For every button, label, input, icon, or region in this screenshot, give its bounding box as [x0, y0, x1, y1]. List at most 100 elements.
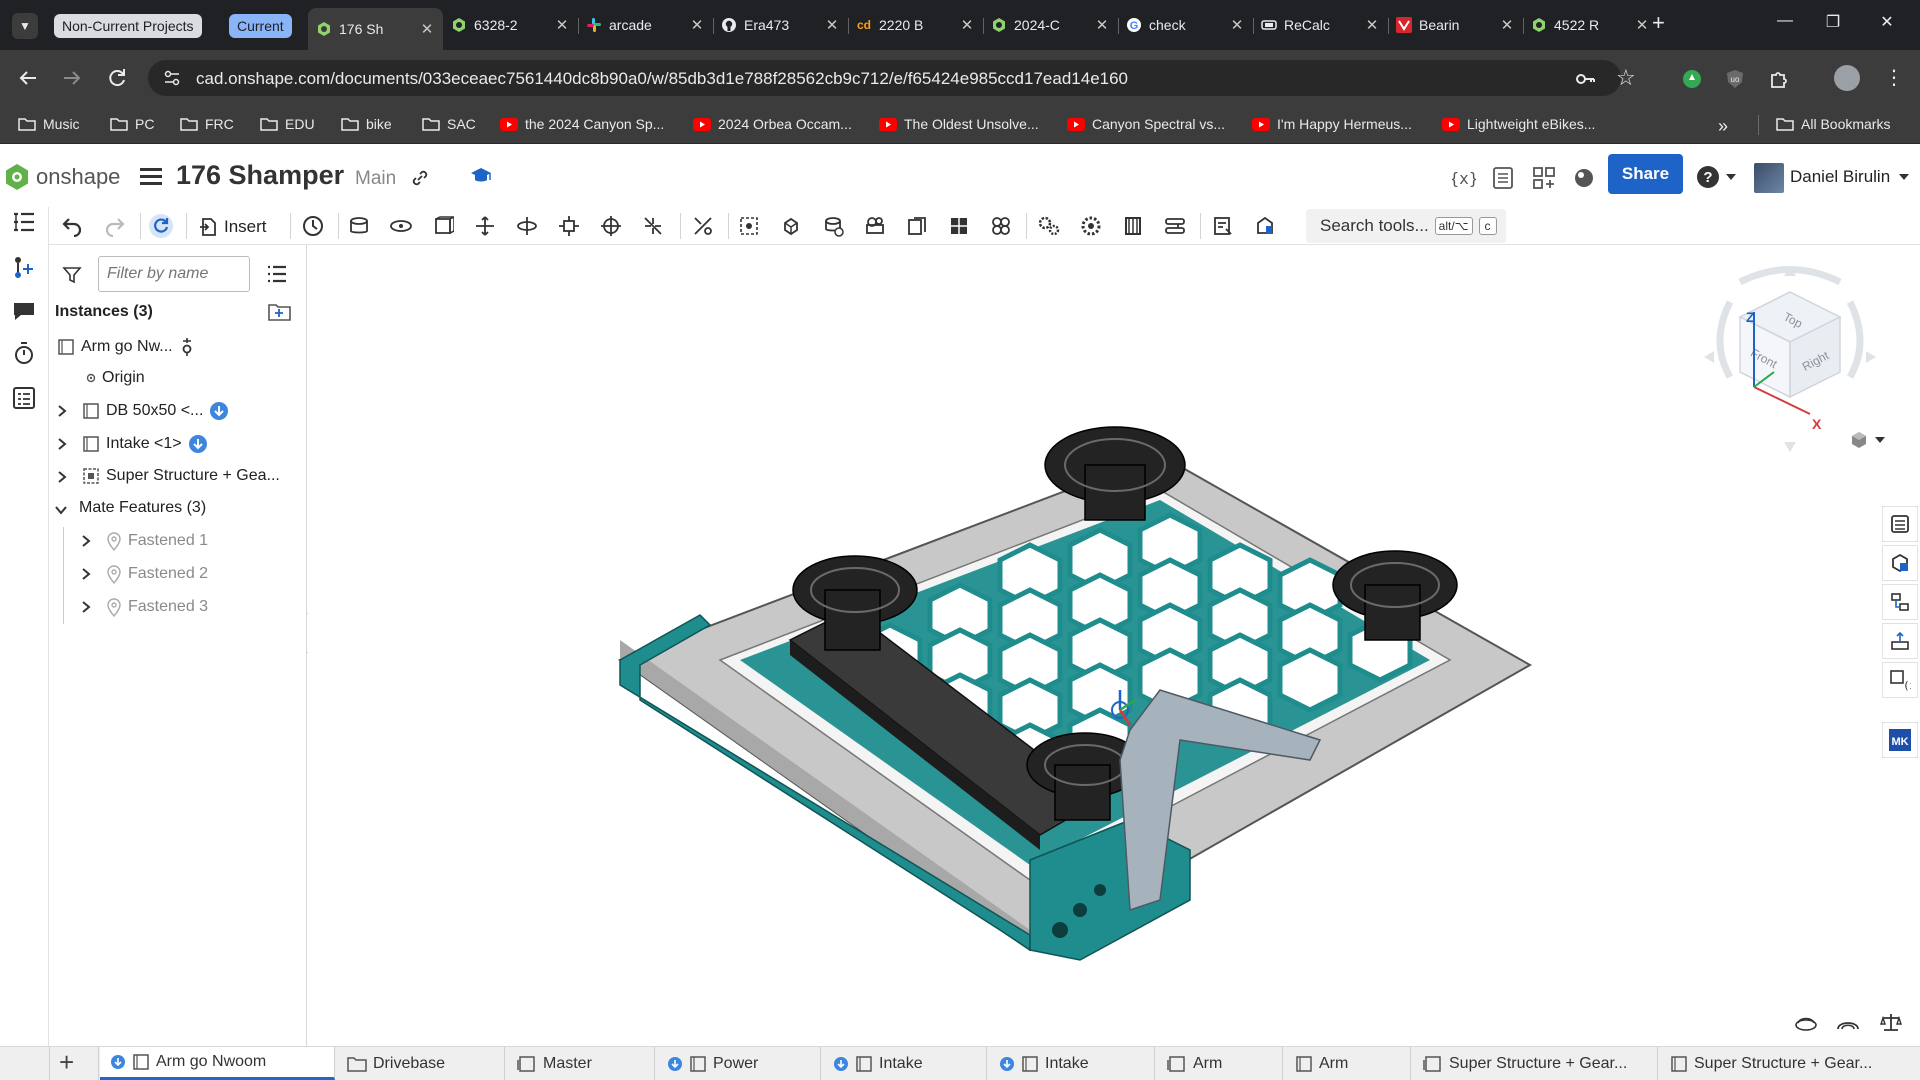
- section-view-icon[interactable]: [1250, 211, 1280, 241]
- gear-tools-icon[interactable]: [1034, 211, 1064, 241]
- close-tab-icon[interactable]: ✕: [419, 20, 435, 38]
- new-tab-button[interactable]: +: [1652, 10, 1665, 36]
- bom-icon[interactable]: [1492, 166, 1514, 190]
- group-icon[interactable]: [776, 211, 806, 241]
- tab-4522[interactable]: 4522 R ✕: [1523, 10, 1658, 40]
- link-icon[interactable]: [410, 168, 430, 188]
- tree-item-origin[interactable]: Origin: [86, 369, 145, 387]
- linear-relation-icon[interactable]: [944, 211, 974, 241]
- reload-icon[interactable]: [105, 66, 129, 90]
- planar-mate-icon[interactable]: [470, 211, 500, 241]
- chevron-down-icon[interactable]: [1899, 174, 1909, 180]
- robot-assembly-model[interactable]: [600, 395, 1540, 975]
- slider-mate-icon[interactable]: [428, 211, 458, 241]
- appearance-list-icon[interactable]: [11, 385, 37, 411]
- element-tab-arm-1[interactable]: Arm: [1157, 1047, 1283, 1080]
- bookmark-yt-5[interactable]: I'm Happy Hermeus...: [1252, 116, 1412, 132]
- parallel-mate-icon[interactable]: [638, 211, 668, 241]
- tab-bearing[interactable]: Bearin ✕: [1388, 10, 1523, 40]
- close-tab-icon[interactable]: ✕: [824, 16, 840, 34]
- cylindrical-mate-icon[interactable]: [512, 211, 542, 241]
- close-tab-icon[interactable]: ✕: [1634, 16, 1650, 34]
- close-tab-icon[interactable]: ✕: [554, 16, 570, 34]
- bookmark-yt-4[interactable]: Canyon Spectral vs...: [1067, 116, 1225, 132]
- view-options-dropdown[interactable]: [1849, 430, 1885, 450]
- password-key-icon[interactable]: [1574, 68, 1596, 90]
- screw-relation-icon[interactable]: [902, 211, 932, 241]
- tab-search-button[interactable]: ▼: [12, 13, 38, 39]
- element-tab-intake-2[interactable]: Intake: [989, 1047, 1155, 1080]
- new-folder-icon[interactable]: [268, 302, 292, 322]
- element-tab-arm-2[interactable]: Arm: [1285, 1047, 1411, 1080]
- profile-avatar[interactable]: [1834, 65, 1860, 91]
- bookmark-pc[interactable]: PC: [110, 116, 154, 132]
- tab-2220[interactable]: cd 2220 B ✕: [848, 10, 983, 40]
- rack-pinion-icon[interactable]: [860, 211, 890, 241]
- chevron-right-icon[interactable]: [80, 534, 92, 548]
- bookmark-star-icon[interactable]: ☆: [1616, 67, 1636, 89]
- branch-label[interactable]: Main: [355, 168, 396, 190]
- element-tab-arm-go-nwoom[interactable]: Arm go Nwoom: [100, 1047, 335, 1080]
- forward-icon[interactable]: [60, 66, 84, 90]
- bookmark-yt-2[interactable]: 2024 Orbea Occam...: [693, 116, 852, 132]
- bookmarks-overflow-icon[interactable]: »: [1718, 116, 1728, 137]
- undo-icon[interactable]: [57, 211, 87, 241]
- hamburger-menu-icon[interactable]: [140, 166, 162, 186]
- measure-icon[interactable]: [1208, 211, 1238, 241]
- extension-green-icon[interactable]: [1681, 68, 1703, 90]
- sprocket-icon[interactable]: [1076, 211, 1106, 241]
- close-tab-icon[interactable]: ✕: [1094, 16, 1110, 34]
- pin-slot-mate-icon[interactable]: [554, 211, 584, 241]
- mate-fastened-2[interactable]: Fastened 2: [106, 564, 208, 584]
- minimize-button[interactable]: —: [1770, 12, 1800, 30]
- render-mode-icon[interactable]: [1794, 1013, 1818, 1031]
- tree-item-root-assembly[interactable]: Arm go Nw...: [57, 337, 195, 357]
- chevron-down-icon[interactable]: [54, 504, 68, 516]
- regenerate-icon[interactable]: [146, 211, 176, 241]
- close-tab-icon[interactable]: ✕: [1499, 16, 1515, 34]
- tree-item-intake[interactable]: Intake <1>: [82, 434, 208, 454]
- back-icon[interactable]: [16, 66, 40, 90]
- tree-item-db50x50[interactable]: DB 50x50 <...: [82, 401, 229, 421]
- bookmark-edu[interactable]: EDU: [260, 116, 315, 132]
- bookmark-yt-1[interactable]: the 2024 Canyon Sp...: [500, 116, 664, 132]
- filter-by-name-input[interactable]: [98, 256, 250, 292]
- chevron-right-icon[interactable]: [56, 437, 68, 451]
- redo-icon[interactable]: [100, 211, 130, 241]
- restore-button[interactable]: ❐: [1818, 12, 1848, 32]
- url-text[interactable]: cad.onshape.com/documents/033eceaec75614…: [196, 69, 1128, 89]
- document-title[interactable]: 176 Shamper: [176, 160, 344, 191]
- bookmark-music[interactable]: Music: [18, 116, 80, 132]
- mate-fastened-3[interactable]: Fastened 3: [106, 597, 208, 617]
- site-info-icon[interactable]: [162, 68, 182, 88]
- exploded-views-icon[interactable]: [1882, 623, 1918, 659]
- help-menu[interactable]: ?: [1696, 165, 1736, 189]
- mate-fastened-1[interactable]: Fastened 1: [106, 531, 208, 551]
- ball-mate-icon[interactable]: [596, 211, 626, 241]
- tangent-mate-icon[interactable]: [688, 211, 718, 241]
- close-tab-icon[interactable]: ✕: [689, 16, 705, 34]
- chain-icon[interactable]: [1160, 211, 1190, 241]
- bookmark-sac[interactable]: SAC: [422, 116, 476, 132]
- onshape-logo[interactable]: onshape: [4, 163, 120, 191]
- configurations-panel-icon[interactable]: [1882, 584, 1918, 620]
- element-tab-master[interactable]: Master: [507, 1047, 655, 1080]
- element-tab-power[interactable]: Power: [657, 1047, 821, 1080]
- bookmark-yt-3[interactable]: The Oldest Unsolve...: [879, 116, 1039, 132]
- variable-studio-icon[interactable]: {x}: [1452, 166, 1476, 190]
- add-element-button[interactable]: +: [59, 1046, 74, 1078]
- app-store-icon[interactable]: [1532, 166, 1556, 190]
- replicate-icon[interactable]: [298, 211, 328, 241]
- tab-recalc[interactable]: ReCalc ✕: [1253, 10, 1388, 40]
- close-window-button[interactable]: ✕: [1872, 12, 1902, 32]
- tab-group-current[interactable]: Current: [229, 14, 292, 38]
- insert-button[interactable]: Insert: [198, 213, 267, 241]
- ublock-icon[interactable]: uo: [1724, 68, 1746, 90]
- element-tab-super-structure-1[interactable]: Super Structure + Gear...: [1413, 1047, 1658, 1080]
- element-tab-super-structure-2[interactable]: Super Structure + Gear...: [1660, 1047, 1920, 1080]
- mate-features-header[interactable]: Mate Features (3): [79, 499, 206, 517]
- render-studio-icon[interactable]: [1572, 166, 1596, 190]
- user-avatar[interactable]: [1754, 163, 1784, 193]
- user-name[interactable]: Daniel Birulin: [1790, 167, 1890, 187]
- tree-item-super-structure[interactable]: Super Structure + Gea...: [82, 467, 280, 485]
